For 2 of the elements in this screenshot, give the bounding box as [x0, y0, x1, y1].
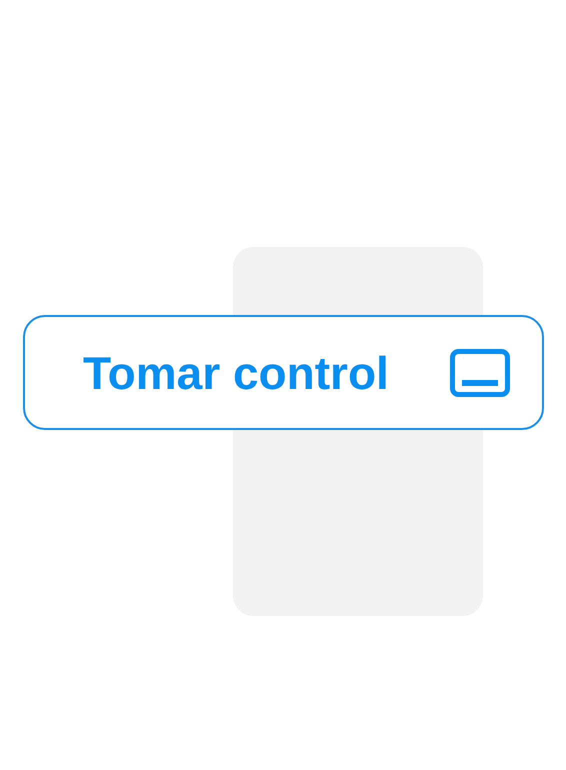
screen-icon	[450, 348, 510, 396]
take-control-button[interactable]: Tomar control	[23, 315, 544, 430]
